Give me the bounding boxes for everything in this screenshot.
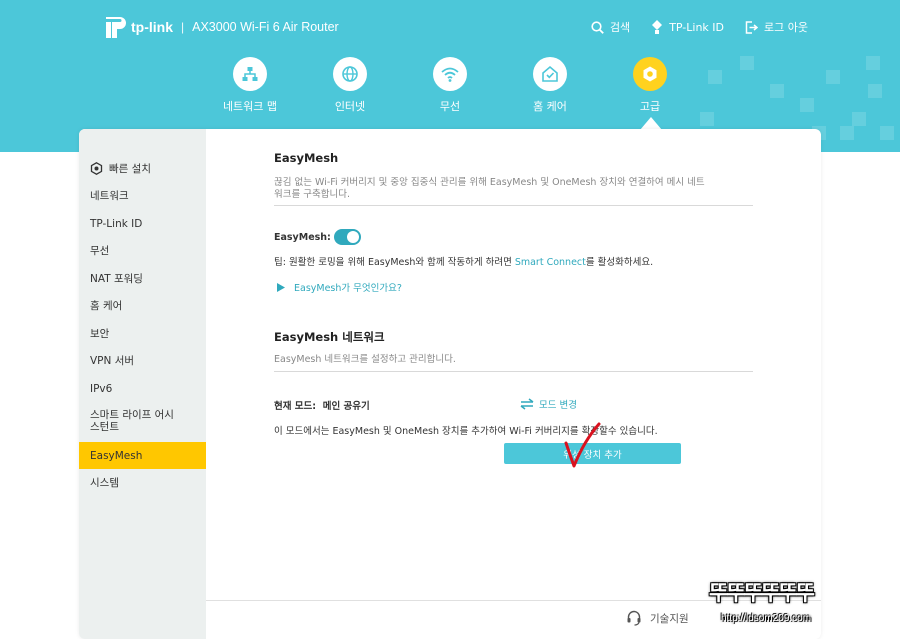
sidebar-item-quick-setup[interactable]: 빠른 설치 xyxy=(79,155,206,182)
tplink-id-link[interactable]: TP-Link ID xyxy=(651,20,724,34)
user-diamond-icon xyxy=(652,20,663,34)
search-link-label: 검색 xyxy=(609,21,631,34)
nav-homecare-label: 홈 케어 xyxy=(533,100,567,113)
search-icon xyxy=(591,20,604,34)
support-link[interactable]: 기술지원 xyxy=(626,610,689,626)
support-label: 기술지원 xyxy=(650,612,689,625)
sidebar-item-label: 무선 xyxy=(90,245,110,257)
sidebar-item-label-line2: 스턴트 xyxy=(90,421,119,433)
sidebar-item-label: IPv6 xyxy=(90,382,113,395)
globe-icon xyxy=(333,57,367,91)
tip-prefix: 팁: 원활한 로밍을 위해 EasyMesh와 함께 작동하게 하려면 xyxy=(274,257,515,268)
sidebar-item-label: NAT 포워딩 xyxy=(90,273,143,285)
watermark-text: 뚜뚜뚜뚜뚜뚜 xyxy=(709,581,815,605)
network-title: EasyMesh 네트워크 xyxy=(274,330,385,344)
quick-setup-icon xyxy=(90,162,103,175)
watermark: 뚜뚜뚜뚜뚜뚜 http://ldsom209.com xyxy=(705,574,893,634)
sidebar-item-label: VPN 서버 xyxy=(90,355,135,367)
what-is-easymesh-label: EasyMesh가 무엇인가요? xyxy=(294,283,402,294)
model-name: AX3000 Wi-Fi 6 Air Router xyxy=(192,20,339,34)
brand: tp-link | AX3000 Wi-Fi 6 Air Router xyxy=(104,14,339,40)
triangle-right-icon xyxy=(277,282,285,292)
current-mode-value: 메인 공유기 xyxy=(322,401,370,412)
wifi-icon xyxy=(433,57,467,91)
nav-advanced[interactable]: 고급 xyxy=(595,57,705,114)
sidebar-item-vpn[interactable]: VPN 서버 xyxy=(79,347,206,374)
nav-internet[interactable]: 인터넷 xyxy=(295,57,405,114)
sidebar-item-easymesh[interactable]: EasyMesh xyxy=(79,442,206,469)
home-shield-icon xyxy=(533,57,567,91)
sidebar: 빠른 설치 네트워크 TP-Link ID 무선 NAT 포워딩 홈 케어 보안… xyxy=(79,129,206,639)
nav-wireless[interactable]: 무선 xyxy=(395,57,505,114)
check-mark-icon xyxy=(564,422,601,468)
sidebar-item-label: 빠른 설치 xyxy=(109,163,151,175)
divider xyxy=(274,205,753,206)
sidebar-item-smart-life[interactable]: 스마트 라이프 어시 스턴트 xyxy=(79,406,206,436)
search-link[interactable]: 검색 xyxy=(591,19,630,35)
sidebar-item-label: TP-Link ID xyxy=(90,217,143,230)
nav-homecare[interactable]: 홈 케어 xyxy=(495,57,605,114)
nav-network-map-label: 네트워크 맵 xyxy=(222,100,278,113)
sidebar-item-tplink-id[interactable]: TP-Link ID xyxy=(79,210,206,237)
sidebar-item-label: 네트워크 xyxy=(90,190,129,202)
swap-arrows-icon xyxy=(520,398,534,410)
mode-change-label: 모드 변경 xyxy=(539,400,577,411)
network-description: EasyMesh 네트워크를 설정하고 관리합니다. xyxy=(274,354,456,365)
headset-icon xyxy=(627,610,641,626)
brand-separator: | xyxy=(181,20,185,34)
content-panel: EasyMesh 끊김 없는 Wi-Fi 커버리지 및 중앙 집중식 관리를 위… xyxy=(206,129,821,639)
what-is-easymesh-link[interactable]: EasyMesh가 무엇인가요? xyxy=(277,280,402,294)
tp-link-logo-icon xyxy=(106,17,126,38)
main-card: 빠른 설치 네트워크 TP-Link ID 무선 NAT 포워딩 홈 케어 보안… xyxy=(79,129,821,639)
logout-link[interactable]: 로그 아웃 xyxy=(745,19,808,35)
current-mode-label: 현재 모드: xyxy=(274,401,317,412)
sidebar-item-label: 홈 케어 xyxy=(90,300,123,312)
sidebar-item-label: 보안 xyxy=(90,328,110,340)
nav-network-map[interactable]: 네트워크 맵 xyxy=(195,57,305,114)
gear-icon xyxy=(633,57,667,91)
network-map-icon xyxy=(233,57,267,91)
nav-wireless-label: 무선 xyxy=(439,100,461,113)
mode-change-link[interactable]: 모드 변경 xyxy=(520,397,577,411)
brand-name: tp-link xyxy=(131,19,173,35)
watermark-url: http://ldsom209.com xyxy=(721,613,812,624)
current-mode: 현재 모드: 메인 공유기 xyxy=(274,398,370,412)
sidebar-item-label: EasyMesh xyxy=(90,449,143,462)
nav-internet-label: 인터넷 xyxy=(334,100,366,113)
main-nav: 네트워크 맵 인터넷 무선 홈 케어 고급 xyxy=(0,57,900,117)
easymesh-description: 끊김 없는 Wi-Fi 커버리지 및 중앙 집중식 관리를 위해 EasyMes… xyxy=(274,177,754,201)
toggle-knob xyxy=(347,231,359,243)
sidebar-item-label: 시스템 xyxy=(90,477,119,489)
sidebar-item-label-line1: 스마트 라이프 어시 xyxy=(90,409,174,421)
nav-advanced-label: 고급 xyxy=(639,100,661,113)
tplink-id-label: TP-Link ID xyxy=(669,20,725,34)
sidebar-item-wireless[interactable]: 무선 xyxy=(79,237,206,264)
sidebar-item-ipv6[interactable]: IPv6 xyxy=(79,375,206,402)
header-links: 검색 TP-Link ID 로그 아웃 xyxy=(570,19,808,35)
smart-connect-link[interactable]: Smart Connect xyxy=(515,257,586,268)
sidebar-item-nat[interactable]: NAT 포워딩 xyxy=(79,265,206,292)
logout-label: 로그 아웃 xyxy=(764,21,808,34)
sidebar-item-security[interactable]: 보안 xyxy=(79,320,206,347)
easymesh-toggle-label: EasyMesh: xyxy=(274,232,331,243)
sidebar-item-label: 스마트 라이프 어시 스턴트 xyxy=(90,409,174,433)
sidebar-item-homecare[interactable]: 홈 케어 xyxy=(79,292,206,319)
easymesh-toggle[interactable] xyxy=(334,229,361,245)
smart-connect-tip: 팁: 원활한 로밍을 위해 EasyMesh와 함께 작동하게 하려면 Smar… xyxy=(274,254,653,268)
logout-icon xyxy=(745,20,759,34)
easymesh-description-line1: 끊김 없는 Wi-Fi 커버리지 및 중앙 집중식 관리를 위해 EasyMes… xyxy=(274,177,705,188)
easymesh-title: EasyMesh xyxy=(274,151,339,165)
easymesh-description-line2: 워크를 구축합니다. xyxy=(274,189,350,200)
tip-suffix: 를 활성화하세요. xyxy=(585,257,654,268)
divider xyxy=(274,371,753,372)
sidebar-item-network[interactable]: 네트워크 xyxy=(79,182,206,209)
sidebar-item-system[interactable]: 시스템 xyxy=(79,469,206,496)
